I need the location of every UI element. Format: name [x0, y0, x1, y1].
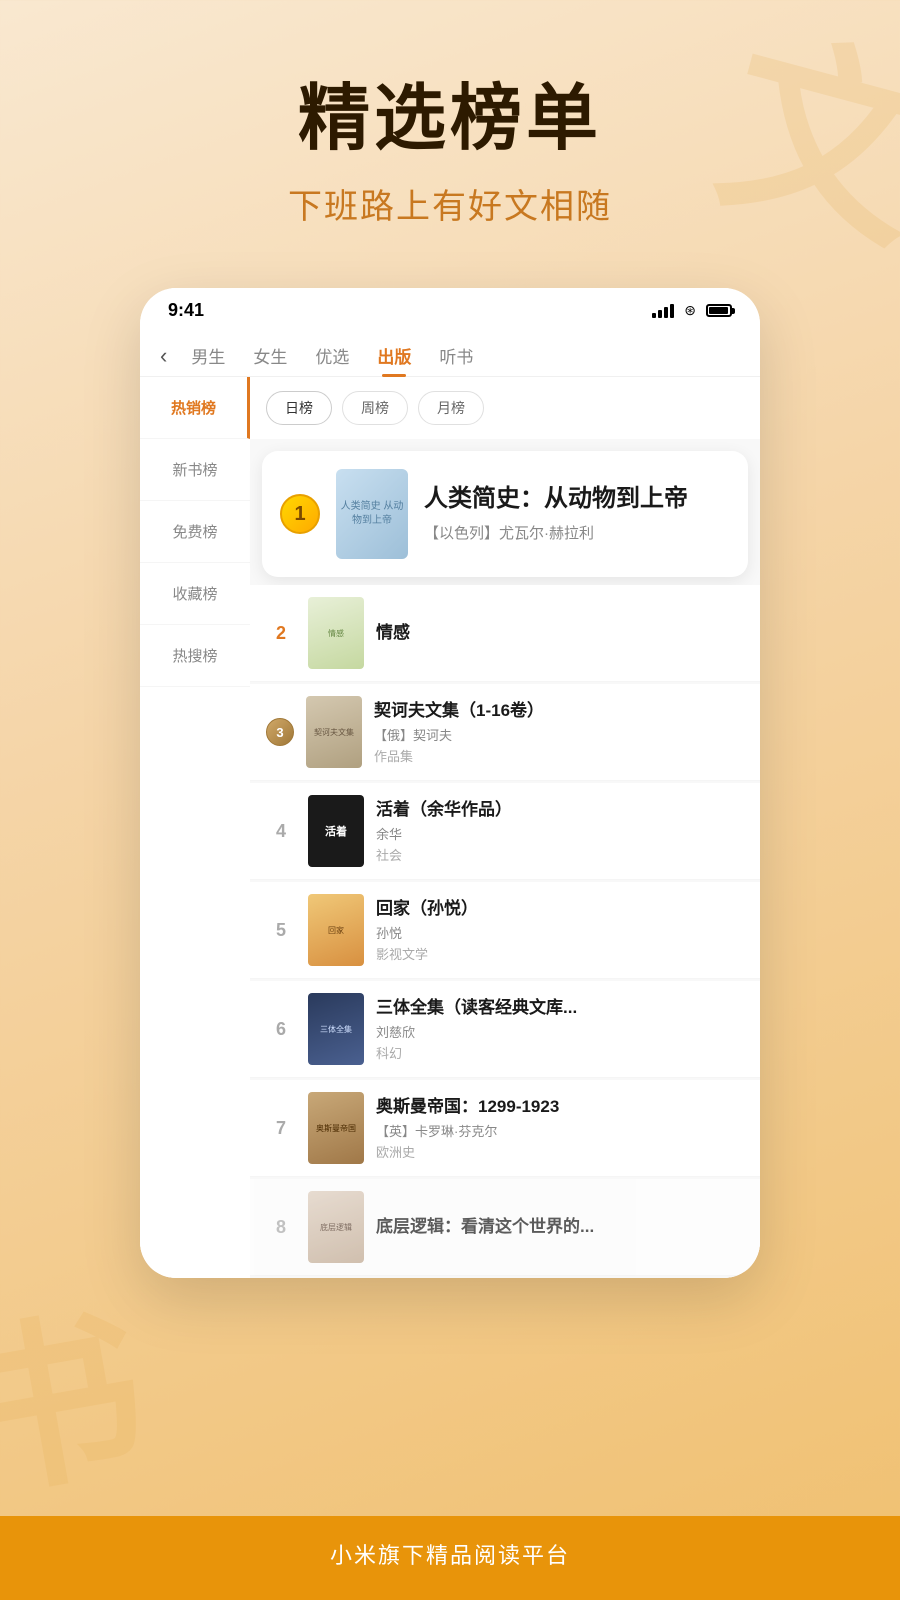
book-3-meta: 契诃夫文集（1-16卷） 【俄】契诃夫 作品集: [374, 700, 744, 765]
book-8-title: 底层逻辑：看清这个世界的...: [376, 1216, 744, 1238]
pill-monthly[interactable]: 月榜: [418, 391, 484, 425]
book-item-5[interactable]: 5 回家 回家（孙悦） 孙悦 影视文学: [250, 882, 760, 979]
footer-bar: 小米旗下精品阅读平台: [0, 1516, 900, 1600]
book-list: 日榜 周榜 月榜 1 人类简史 从动物到上帝 人类简史：从动物到上帝 【以色列】…: [250, 377, 760, 1278]
book-6-author: 刘慈欣: [376, 1022, 744, 1041]
phone-mockup: 9:41 ⊛ ‹ 男生 女生 优选 出版 听书: [140, 288, 760, 1278]
book-5-author: 孙悦: [376, 923, 744, 942]
sidebar-item-free[interactable]: 免费榜: [140, 501, 250, 563]
book-2-meta: 情感: [376, 622, 744, 644]
book-item-3[interactable]: 3 契诃夫文集 契诃夫文集（1-16卷） 【俄】契诃夫 作品集: [250, 684, 760, 781]
tab-female[interactable]: 女生: [239, 335, 301, 376]
book-4-cover: 活着: [308, 795, 364, 867]
rank-5: 5: [266, 920, 296, 941]
book-7-title: 奥斯曼帝国：1299-1923: [376, 1096, 744, 1118]
hero-subtitle: 下班路上有好文相随: [288, 179, 612, 228]
book-3-author: 【俄】契诃夫: [374, 725, 744, 744]
status-time: 9:41: [168, 300, 204, 321]
footer-text: 小米旗下精品阅读平台: [0, 1538, 900, 1570]
book-5-title: 回家（孙悦）: [376, 898, 744, 920]
book-3-genre: 作品集: [374, 746, 744, 765]
featured-card[interactable]: 1 人类简史 从动物到上帝 人类简史：从动物到上帝 【以色列】尤瓦尔·赫拉利: [262, 451, 748, 577]
book-8-cover: 底层逻辑: [308, 1191, 364, 1263]
signal-icon: [652, 304, 674, 318]
book-6-title: 三体全集（读客经典文库...: [376, 997, 744, 1019]
book-7-meta: 奥斯曼帝国：1299-1923 【英】卡罗琳·芬克尔 欧洲史: [376, 1096, 744, 1161]
nav-tabs: ‹ 男生 女生 优选 出版 听书: [140, 329, 760, 377]
rank-4: 4: [266, 821, 296, 842]
back-button[interactable]: ‹: [160, 337, 177, 375]
book-7-genre: 欧洲史: [376, 1142, 744, 1161]
tab-male[interactable]: 男生: [177, 335, 239, 376]
book-2-title: 情感: [376, 622, 744, 644]
book-item-2[interactable]: 2 情感 情感: [250, 585, 760, 682]
book-6-meta: 三体全集（读客经典文库... 刘慈欣 科幻: [376, 997, 744, 1062]
status-icons: ⊛: [652, 302, 732, 319]
filter-pills: 日榜 周榜 月榜: [250, 377, 760, 439]
pill-daily[interactable]: 日榜: [266, 391, 332, 425]
book-8-meta: 底层逻辑：看清这个世界的...: [376, 1216, 744, 1238]
rank-2: 2: [266, 623, 296, 644]
book-3-title: 契诃夫文集（1-16卷）: [374, 700, 744, 722]
rank-8: 8: [266, 1217, 296, 1238]
book-4-meta: 活着（余华作品） 余华 社会: [376, 799, 744, 864]
sidebar: 热销榜 新书榜 免费榜 收藏榜 热搜榜: [140, 377, 250, 1278]
featured-book-cover: 人类简史 从动物到上帝: [336, 469, 408, 559]
book-5-genre: 影视文学: [376, 944, 744, 963]
book-6-cover: 三体全集: [308, 993, 364, 1065]
tab-chuban[interactable]: 出版: [363, 335, 425, 376]
rank-3-badge: 3: [266, 718, 294, 746]
book-item-7[interactable]: 7 奥斯曼帝国 奥斯曼帝国：1299-1923 【英】卡罗琳·芬克尔 欧洲史: [250, 1080, 760, 1177]
status-bar: 9:41 ⊛: [140, 288, 760, 329]
featured-book-author: 【以色列】尤瓦尔·赫拉利: [424, 522, 730, 543]
rank-7: 7: [266, 1118, 296, 1139]
book-7-cover: 奥斯曼帝国: [308, 1092, 364, 1164]
tab-youxuan[interactable]: 优选: [301, 335, 363, 376]
featured-book-info: 人类简史：从动物到上帝 【以色列】尤瓦尔·赫拉利: [424, 485, 730, 543]
book-3-cover: 契诃夫文集: [306, 696, 362, 768]
rank-6: 6: [266, 1019, 296, 1040]
hero-section: 精选榜单 下班路上有好文相随: [288, 0, 612, 258]
book-4-genre: 社会: [376, 845, 744, 864]
bg-deco-2: 书: [0, 1245, 161, 1533]
sidebar-item-collect[interactable]: 收藏榜: [140, 563, 250, 625]
featured-cover-text: 人类简史 从动物到上帝: [340, 500, 404, 528]
tab-tingshu[interactable]: 听书: [425, 335, 487, 376]
sidebar-item-new[interactable]: 新书榜: [140, 439, 250, 501]
hero-title: 精选榜单: [288, 80, 612, 159]
main-area: 热销榜 新书榜 免费榜 收藏榜 热搜榜 日榜 周榜 月榜 1: [140, 377, 760, 1278]
book-7-author: 【英】卡罗琳·芬克尔: [376, 1121, 744, 1140]
book-item-4[interactable]: 4 活着 活着（余华作品） 余华 社会: [250, 783, 760, 880]
featured-book-title: 人类简史：从动物到上帝: [424, 485, 730, 514]
book-item-6[interactable]: 6 三体全集 三体全集（读客经典文库... 刘慈欣 科幻: [250, 981, 760, 1078]
page-root: 文 书 精选榜单 下班路上有好文相随 9:41 ⊛: [0, 0, 900, 1600]
book-6-genre: 科幻: [376, 1043, 744, 1062]
book-2-cover: 情感: [308, 597, 364, 669]
book-4-title: 活着（余华作品）: [376, 799, 744, 821]
book-item-8[interactable]: 8 底层逻辑 底层逻辑：看清这个世界的...: [250, 1179, 760, 1276]
sidebar-item-hot[interactable]: 热销榜: [140, 377, 250, 439]
rank-1-number: 1: [294, 503, 305, 526]
battery-icon: [706, 304, 732, 317]
book-5-cover: 回家: [308, 894, 364, 966]
book-5-meta: 回家（孙悦） 孙悦 影视文学: [376, 898, 744, 963]
book-4-author: 余华: [376, 824, 744, 843]
wifi-icon: ⊛: [684, 302, 696, 319]
bg-deco-1: 文: [696, 0, 900, 291]
rank-1-badge: 1: [280, 494, 320, 534]
sidebar-item-search[interactable]: 热搜榜: [140, 625, 250, 687]
pill-weekly[interactable]: 周榜: [342, 391, 408, 425]
